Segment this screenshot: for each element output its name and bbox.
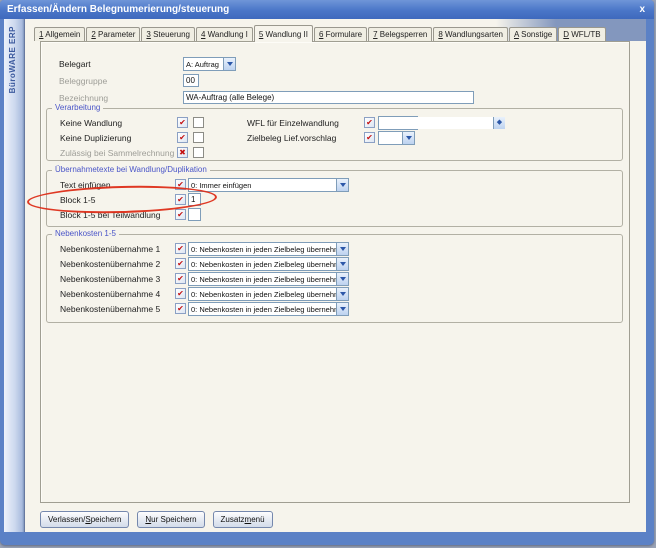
dropdown-arrow-icon [336,257,348,270]
text-einfuegen-label: Text einfügen [60,179,111,190]
dropdown-arrow-icon [336,302,348,315]
keine-duplizierung-label: Keine Duplizierung [60,132,132,143]
tab-sonstige[interactable]: A Sonstige [508,27,558,41]
nebenkostenuebernahme-1-label: Nebenkostenübernahme 1 [60,243,161,254]
tab-strip: 1 Allgemein 2 Parameter 3 Steuerung 4 Wa… [34,25,607,42]
nebenkostenuebernahme-4-select[interactable]: 0: Nebenkosten in jeden Zielbeleg überne… [188,286,349,301]
belegart-select[interactable]: A: Auftrag [183,56,236,71]
tab-formulare[interactable]: 6 Formulare [313,27,368,41]
check-flag-icon[interactable]: ✔ [175,303,186,314]
check-flag-icon[interactable]: ✔ [175,258,186,269]
check-flag-icon[interactable]: ✔ [175,243,186,254]
wfl-einzelwandlung-label: WFL für Einzelwandlung [247,117,339,128]
bezeichnung-input[interactable] [183,91,474,104]
fieldset-verarbeitung: Verarbeitung Keine Wandlung ✔ WFL für Ei… [46,103,623,161]
zielbeleg-liefvorschlag-select[interactable] [378,130,415,145]
fieldset-verarbeitung-legend: Verarbeitung [52,103,104,112]
tab-steuerung[interactable]: 3 Steuerung [141,27,195,41]
belegart-label: Belegart [59,58,91,69]
nebenkostenuebernahme-3-select[interactable]: 0: Nebenkosten in jeden Zielbeleg überne… [188,271,349,286]
block-1-5-teilwandlung-row: Block 1-5 bei Teilwandlung ✔ [47,207,622,222]
bezeichnung-label: Bezeichnung [59,92,109,103]
nebenkosten-row: Nebenkostenübernahme 1 ✔ 0: Nebenkosten … [47,241,622,256]
titlebar[interactable]: Erfassen/Ändern Belegnumerierung/steueru… [0,0,654,19]
zielbeleg-liefvorschlag-label: Zielbeleg Lief.vorschlag [247,132,337,143]
keine-wandlung-label: Keine Wandlung [60,117,123,128]
brand-banner: BüroWARE ERP [4,19,25,532]
block-1-5-teilwandlung-label: Block 1-5 bei Teilwandlung [60,209,161,220]
verarbeitung-row-2: Keine Duplizierung ✔ Zielbeleg Lief.vors… [47,130,622,145]
block-1-5-label: Block 1-5 [60,194,96,205]
nebenkostenuebernahme-5-label: Nebenkostenübernahme 5 [60,303,161,314]
check-flag-icon[interactable]: ✔ [364,132,375,143]
nebenkostenuebernahme-2-label: Nebenkostenübernahme 2 [60,258,161,269]
dropdown-arrow-icon [223,57,235,70]
button-row: Verlassen/Speichern Nur Speichern Zusatz… [40,511,273,528]
check-flag-icon[interactable]: ✔ [364,117,375,128]
check-flag-icon[interactable]: ✔ [175,194,186,205]
check-flag-icon[interactable]: ✔ [175,288,186,299]
content-area: 1 Allgemein 2 Parameter 3 Steuerung 4 Wa… [25,19,646,532]
nebenkostenuebernahme-1-select[interactable]: 0: Nebenkosten in jeden Zielbeleg überne… [188,241,349,256]
dropdown-arrow-icon [336,178,348,191]
check-flag-icon[interactable]: ✔ [177,132,188,143]
cross-flag-icon[interactable]: ✖ [177,147,188,158]
wfl-einzelwandlung-field[interactable]: ◆ [378,115,505,130]
belegart-row: Belegart A: Auftrag [59,56,236,71]
beleggruppe-label: Beleggruppe [59,75,108,86]
nebenkosten-row: Nebenkostenübernahme 2 ✔ 0: Nebenkosten … [47,256,622,271]
wfl-einzelwandlung-input[interactable] [379,116,493,129]
block-1-5-row: Block 1-5 ✔ [47,192,622,207]
nebenkosten-row: Nebenkostenübernahme 5 ✔ 0: Nebenkosten … [47,301,622,316]
text-einfuegen-row: Text einfügen ✔ 0: Immer einfügen [47,177,622,192]
tab-belegsperren[interactable]: 7 Belegsperren [368,27,433,41]
nebenkosten-row: Nebenkostenübernahme 4 ✔ 0: Nebenkosten … [47,286,622,301]
fieldset-uebernahmetexte-legend: Übernahmetexte bei Wandlung/Duplikation [52,165,210,174]
dropdown-arrow-icon [402,131,414,144]
tab-allgemein[interactable]: 1 Allgemein [34,27,86,41]
beleggruppe-input[interactable] [183,74,199,87]
verarbeitung-row-1: Keine Wandlung ✔ WFL für Einzelwandlung … [47,115,622,130]
brand-vertical-label: BüroWARE ERP [8,26,17,94]
close-icon[interactable]: x [637,4,647,15]
keine-duplizierung-checkbox[interactable] [193,132,204,143]
check-flag-icon[interactable]: ✔ [175,273,186,284]
tab-wandlung-1[interactable]: 4 Wandlung I [196,27,253,41]
fieldset-uebernahmetexte: Übernahmetexte bei Wandlung/Duplikation … [46,165,623,227]
dropdown-arrow-icon [336,272,348,285]
nebenkostenuebernahme-5-select[interactable]: 0: Nebenkosten in jeden Zielbeleg überne… [188,301,349,316]
tab-wandlungsarten[interactable]: 8 Wandlungsarten [433,27,508,41]
nebenkostenuebernahme-3-label: Nebenkostenübernahme 3 [60,273,161,284]
dialog-body: BüroWARE ERP 1 Allgemein 2 Parameter 3 S… [4,19,646,532]
keine-wandlung-checkbox[interactable] [193,117,204,128]
window-title: Erfassen/Ändern Belegnumerierung/steueru… [7,4,230,15]
nebenkostenuebernahme-4-label: Nebenkostenübernahme 4 [60,288,161,299]
check-flag-icon[interactable]: ✔ [177,117,188,128]
lookup-diamond-icon[interactable]: ◆ [493,116,505,129]
check-flag-icon[interactable]: ✔ [175,209,186,220]
block-1-5-teilwandlung-input[interactable] [188,208,201,221]
check-flag-icon[interactable]: ✔ [175,179,186,190]
text-einfuegen-select[interactable]: 0: Immer einfügen [188,177,349,192]
dropdown-arrow-icon [336,242,348,255]
tab-wfl-tb[interactable]: D WFL/TB [558,27,606,41]
nebenkosten-row: Nebenkostenübernahme 3 ✔ 0: Nebenkosten … [47,271,622,286]
fieldset-nebenkosten-legend: Nebenkosten 1-5 [52,229,119,238]
tab-parameter[interactable]: 2 Parameter [86,27,141,41]
fieldset-nebenkosten: Nebenkosten 1-5 Nebenkostenübernahme 1 ✔… [46,229,623,323]
nur-speichern-button[interactable]: Nur Speichern [137,511,205,528]
bezeichnung-row: Bezeichnung [59,90,474,105]
beleggruppe-row: Beleggruppe [59,73,199,88]
zulaessig-sammelrechnung-checkbox[interactable] [193,147,204,158]
verlassen-speichern-button[interactable]: Verlassen/Speichern [40,511,130,528]
zulaessig-sammelrechnung-label: Zulässig bei Sammelrechnung [60,147,175,158]
dropdown-arrow-icon [336,287,348,300]
nebenkostenuebernahme-2-select[interactable]: 0: Nebenkosten in jeden Zielbeleg überne… [188,256,349,271]
verarbeitung-row-3: Zulässig bei Sammelrechnung ✖ [47,145,622,160]
erp-dialog-window: Erfassen/Ändern Belegnumerierung/steueru… [0,0,654,545]
tab-wandlung-2[interactable]: 5 Wandlung II [253,25,313,42]
block-1-5-input[interactable] [188,193,201,206]
zusatzmenu-button[interactable]: Zusatzmenü [212,511,273,528]
tab-page-panel: Belegart A: Auftrag Beleggruppe Bezeichn… [40,41,630,503]
